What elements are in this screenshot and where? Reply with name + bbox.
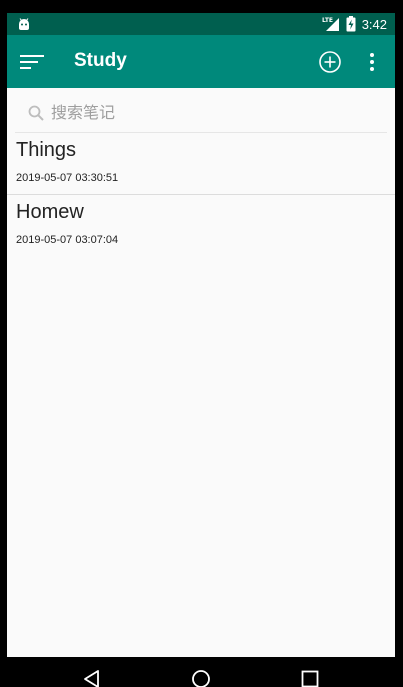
main-content: 搜索笔记 Things 2019-05-07 03:30:51 Homew 20… (7, 88, 395, 657)
note-timestamp: 2019-05-07 03:07:04 (16, 234, 119, 246)
menu-sort-icon[interactable] (19, 49, 45, 75)
list-item[interactable]: Things 2019-05-07 03:30:51 (7, 133, 395, 195)
search-placeholder: 搜索笔记 (51, 103, 116, 122)
app-bar: Study (7, 35, 395, 88)
back-icon[interactable] (82, 669, 102, 687)
network-label: LTE (322, 17, 333, 24)
home-icon[interactable] (191, 669, 211, 687)
note-title: Homew (16, 201, 84, 223)
status-time: 3:42 (361, 16, 387, 32)
more-vert-icon[interactable] (365, 50, 379, 74)
lte-signal-icon: LTE (322, 17, 339, 31)
device-screen: LTE 3:42 Study 搜索笔记 Things 2019-05-07 03… (0, 0, 403, 687)
page-title: Study (74, 50, 127, 71)
note-timestamp: 2019-05-07 03:30:51 (16, 172, 119, 184)
recents-icon[interactable] (300, 669, 320, 687)
search-icon (28, 105, 44, 121)
status-icons: LTE 3:42 (322, 15, 387, 33)
status-bar: LTE 3:42 (7, 13, 395, 35)
android-debug-icon (19, 18, 29, 30)
add-note-button[interactable] (318, 50, 342, 74)
note-list: Things 2019-05-07 03:30:51 Homew 2019-05… (7, 133, 395, 256)
list-item[interactable]: Homew 2019-05-07 03:07:04 (7, 195, 395, 256)
battery-charging-icon (346, 16, 356, 32)
navigation-bar (0, 657, 403, 687)
note-title: Things (16, 139, 77, 161)
search-input[interactable]: 搜索笔记 (15, 96, 387, 133)
